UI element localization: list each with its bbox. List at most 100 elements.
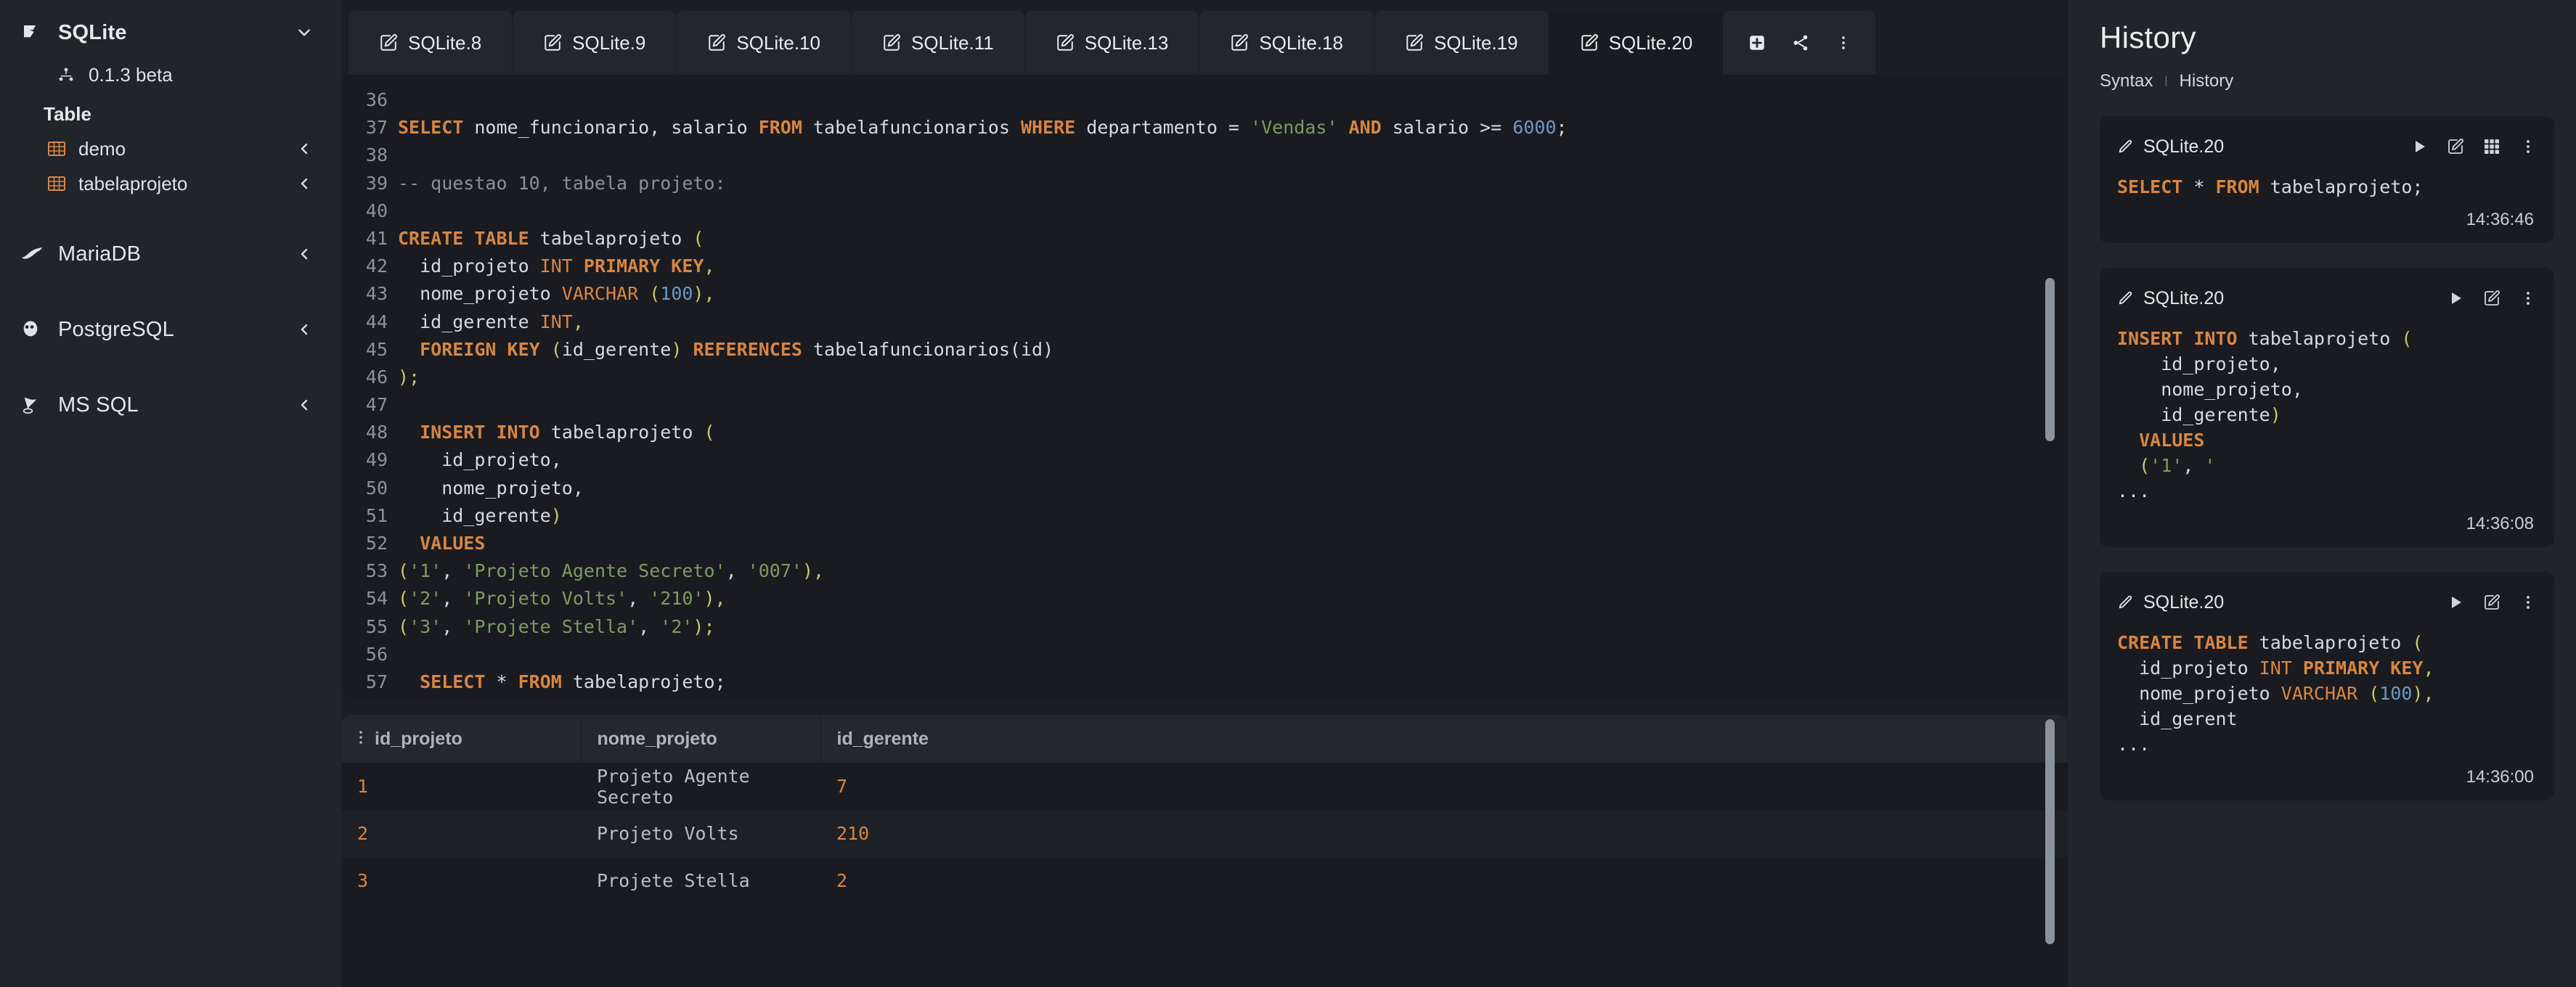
kebab-menu-icon[interactable] <box>2519 594 2537 611</box>
run-icon[interactable] <box>2447 594 2464 611</box>
sidebar-item-sqlite[interactable]: SQLite <box>0 10 341 55</box>
tab-sqlite-20[interactable]: SQLite.20 <box>1548 11 1724 75</box>
history-card[interactable]: SQLite.20 CREATE TABLE tabelaprojeto ( id… <box>2100 572 2554 800</box>
results-vertical-scrollbar[interactable] <box>2045 719 2055 944</box>
sidebar-item-label: PostgreSQL <box>58 317 174 341</box>
sidebar-item-mssql[interactable]: MS SQL <box>0 382 341 427</box>
sidebar-item-table-demo[interactable]: demo <box>0 131 341 166</box>
line-number: 55 <box>365 615 388 637</box>
editor-area: SQLite.8 SQLite.9 SQLite.10 SQLite.11 SQLite… <box>341 0 2068 987</box>
chevron-left-icon[interactable] <box>292 171 317 196</box>
chevron-left-icon[interactable] <box>292 136 317 161</box>
cell-id_gerente[interactable]: 7 <box>820 763 2068 810</box>
line-number: 46 <box>365 366 388 388</box>
tab-sqlite-8[interactable]: SQLite.8 <box>349 11 513 75</box>
run-icon[interactable] <box>2410 138 2428 155</box>
sql-editor-panel[interactable]: 36 37 SELECT nome_funcionario, salario FRO… <box>341 75 2068 699</box>
kebab-menu-icon[interactable] <box>2519 138 2537 155</box>
line-number: 36 <box>365 89 388 110</box>
tab-history[interactable]: History <box>2180 71 2234 91</box>
chevron-left-icon[interactable] <box>292 317 317 342</box>
edit-icon[interactable] <box>2483 594 2500 611</box>
editor-line: 37 SELECT nome_funcionario, salario FROM … <box>341 114 2068 142</box>
db-group-sqlite: SQLite 0.1.3 beta Table demo tabelaproje… <box>0 10 341 201</box>
tab-sqlite-10[interactable]: SQLite.10 <box>676 11 851 75</box>
row-menu-icon[interactable] <box>357 729 364 748</box>
history-card[interactable]: SQLite.20 INSERT INTO tabelaprojeto ( id_… <box>2100 268 2554 547</box>
column-header-nome_projeto[interactable]: nome_projeto <box>581 715 821 763</box>
mariadb-seal-icon <box>20 246 49 262</box>
history-sql-line: INSERT INTO tabelaprojeto ( <box>2117 328 2413 349</box>
table-row[interactable]: 3 Projete Stella 2 <box>341 857 2068 904</box>
cell-id_gerente[interactable]: 210 <box>820 810 2068 857</box>
table-row[interactable]: 2 Projeto Volts 210 <box>341 810 2068 857</box>
history-sql-line: id_projeto, <box>2117 353 2281 374</box>
sidebar-item-label: SQLite <box>58 20 127 44</box>
cell-id_gerente[interactable]: 2 <box>820 857 2068 904</box>
pencil-icon <box>2117 594 2133 610</box>
line-number: 56 <box>365 643 388 665</box>
cell-nome_projeto[interactable]: Projeto Agente Secreto <box>581 763 820 810</box>
table-grid-icon <box>45 176 68 192</box>
sidebar-item-table-tabelaprojeto[interactable]: tabelaprojeto <box>0 166 341 201</box>
column-header-label: nome_projeto <box>597 728 717 749</box>
run-icon[interactable] <box>2447 290 2464 307</box>
tab-label: SQLite.10 <box>736 31 820 54</box>
history-card[interactable]: SQLite.20 SELECT * FROM tabelaprojeto; 14:… <box>2100 116 2554 243</box>
kebab-menu-icon[interactable] <box>2519 290 2537 307</box>
sidebar-item-label: MariaDB <box>58 242 142 266</box>
chevron-left-icon[interactable] <box>292 393 317 417</box>
history-sql-line: nome_projeto VARCHAR (100), <box>2117 683 2434 704</box>
tab-syntax[interactable]: Syntax <box>2100 71 2153 91</box>
history-card-sql: INSERT INTO tabelaprojeto ( id_projeto, … <box>2117 326 2537 504</box>
tab-sqlite-18[interactable]: SQLite.18 <box>1199 11 1374 75</box>
cell-id_projeto[interactable]: 2 <box>341 810 581 857</box>
editor-line: 49 id_projeto, <box>341 446 2068 474</box>
history-card-actions <box>2410 138 2537 155</box>
tab-sqlite-13[interactable]: SQLite.13 <box>1024 11 1199 75</box>
column-header-id_gerente[interactable]: id_gerente <box>820 715 2068 763</box>
cell-nome_projeto[interactable]: Projeto Volts <box>581 810 820 857</box>
line-number: 44 <box>365 311 388 332</box>
cell-id_projeto[interactable]: 1 <box>341 763 581 810</box>
kebab-menu-icon[interactable] <box>1835 34 1852 52</box>
cell-nome_projeto[interactable]: Projete Stella <box>581 857 820 904</box>
editor-line: 50 nome_projeto, <box>341 475 2068 502</box>
editor-line: 39 -- questao 10, tabela projeto: <box>341 170 2068 197</box>
history-card-header: SQLite.20 <box>2117 282 2537 314</box>
history-card-actions <box>2447 290 2537 307</box>
table-row[interactable]: 1 Projeto Agente Secreto 7 <box>341 763 2068 810</box>
connections-sidebar: SQLite 0.1.3 beta Table demo tabelaproje… <box>0 0 341 987</box>
plus-square-icon[interactable] <box>1748 33 1766 52</box>
line-number: 47 <box>365 394 388 416</box>
tab-sqlite-9[interactable]: SQLite.9 <box>512 11 677 75</box>
edit-note-icon <box>882 33 901 52</box>
table-grid-icon <box>45 141 68 157</box>
postgresql-elephant-icon <box>20 319 49 340</box>
connection-item-0.1.3-beta[interactable]: 0.1.3 beta <box>0 55 341 94</box>
column-header-id_projeto[interactable]: id_projeto <box>341 715 582 763</box>
edit-icon[interactable] <box>2483 290 2500 307</box>
history-card-header: SQLite.20 <box>2117 131 2537 163</box>
chevron-left-icon[interactable] <box>292 242 317 266</box>
editor-line: 47 <box>341 391 2068 419</box>
tab-sqlite-19[interactable]: SQLite.19 <box>1373 11 1549 75</box>
editor-vertical-scrollbar[interactable] <box>2045 278 2055 441</box>
tab-label: SQLite.19 <box>1433 31 1518 54</box>
share-nodes-icon[interactable] <box>1791 33 1810 52</box>
results-header-row: id_projeto nome_projeto id_gerente <box>341 715 2068 763</box>
editor-line: 55 ('3', 'Projete Stella', '2'); <box>341 613 2068 641</box>
sql-editor[interactable]: 36 37 SELECT nome_funcionario, salario FRO… <box>341 75 2068 696</box>
sidebar-item-mariadb[interactable]: MariaDB <box>0 232 341 277</box>
tab-sqlite-11[interactable]: SQLite.11 <box>850 11 1024 75</box>
editor-line: 56 <box>341 641 2068 668</box>
chevron-down-icon[interactable] <box>292 20 317 45</box>
sidebar-item-postgresql[interactable]: PostgreSQL <box>0 307 341 352</box>
grid-icon[interactable] <box>2483 138 2500 155</box>
results-panel: id_projeto nome_projeto id_gerente 1 Projet… <box>341 715 2068 987</box>
cell-id_projeto[interactable]: 3 <box>341 857 581 904</box>
line-number: 50 <box>365 477 388 499</box>
history-card-sql: CREATE TABLE tabelaprojeto ( id_projeto … <box>2117 630 2537 757</box>
tab-separator: | <box>2164 75 2168 87</box>
edit-icon[interactable] <box>2447 138 2464 155</box>
